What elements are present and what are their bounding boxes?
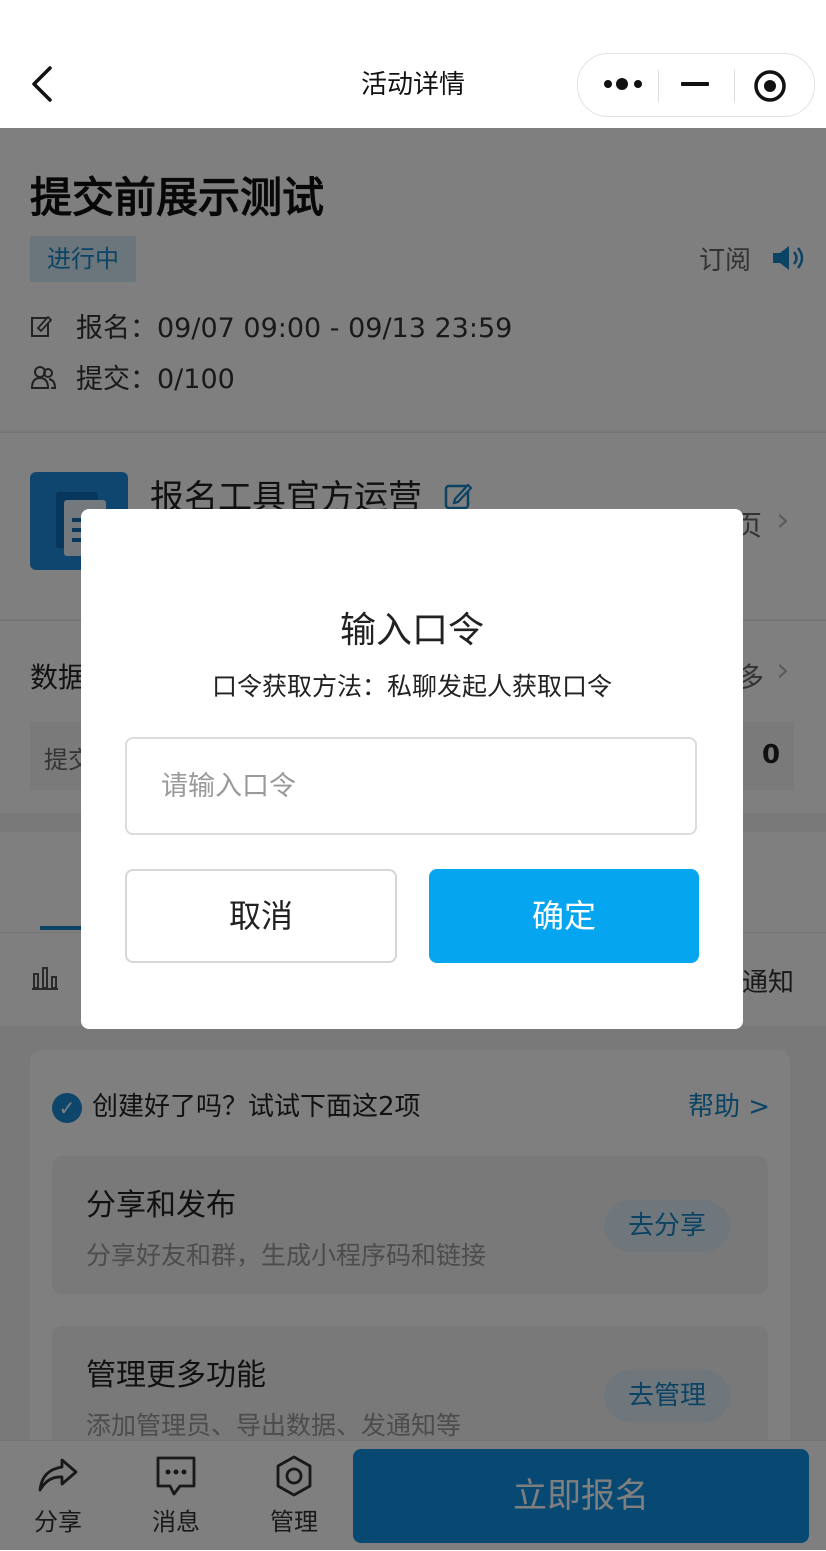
password-dialog: 输入口令 口令获取方法：私聊发起人获取口令 取消 确定 bbox=[81, 509, 743, 1029]
miniprogram-capsule bbox=[577, 53, 815, 117]
dialog-title: 输入口令 bbox=[339, 610, 484, 651]
minimize-icon[interactable] bbox=[680, 72, 710, 96]
more-dots-icon[interactable] bbox=[602, 72, 646, 96]
password-input[interactable] bbox=[125, 737, 697, 835]
dialog-subtitle: 口令获取方法：私聊发起人获取口令 bbox=[211, 672, 612, 701]
cancel-button[interactable]: 取消 bbox=[125, 869, 397, 963]
confirm-button[interactable]: 确定 bbox=[429, 869, 699, 963]
close-target-icon[interactable] bbox=[752, 68, 788, 104]
